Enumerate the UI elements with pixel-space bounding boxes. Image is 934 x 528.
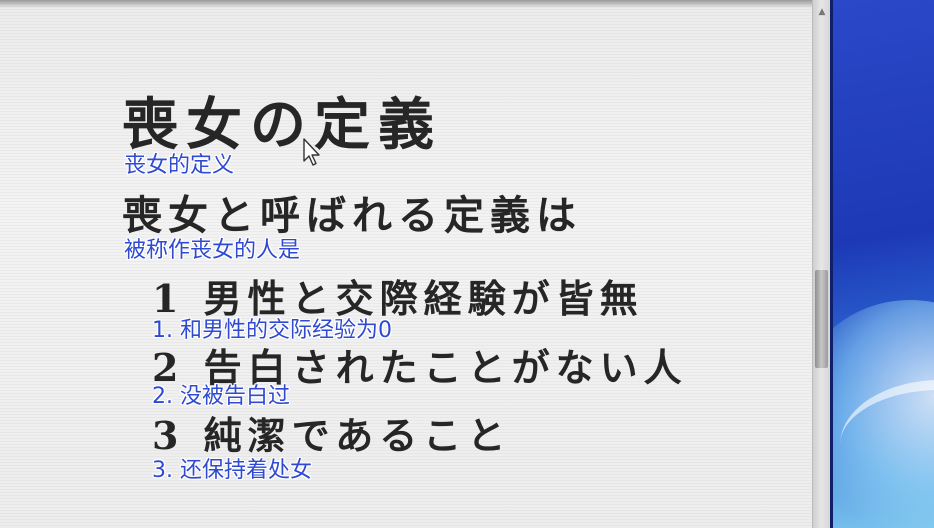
scroll-up-arrow-icon[interactable]: ▲: [816, 6, 828, 18]
subtitle-item: 3. 还保持着处女: [152, 458, 312, 483]
window-top-edge: [0, 0, 826, 8]
subtitle-title: 丧女的定义: [124, 153, 235, 178]
vertical-scrollbar[interactable]: ▲: [812, 0, 831, 528]
subtitle-item: 1. 和男性的交际经验为0: [152, 318, 392, 343]
window-border: [830, 0, 833, 528]
desktop-background: [830, 0, 934, 528]
scrollbar-thumb[interactable]: [815, 270, 828, 368]
screen: 喪女の定義 喪女と呼ばれる定義は 1 男性と交際経験が皆無 2 告白されたことが…: [0, 0, 934, 528]
subtitle-subtitle: 被称作丧女的人是: [124, 238, 301, 263]
mouse-pointer-icon: [303, 138, 320, 166]
document-window: 喪女の定義 喪女と呼ばれる定義は 1 男性と交際経験が皆無 2 告白されたことが…: [0, 0, 826, 528]
subtitle-item: 2. 没被告白过: [152, 384, 290, 409]
